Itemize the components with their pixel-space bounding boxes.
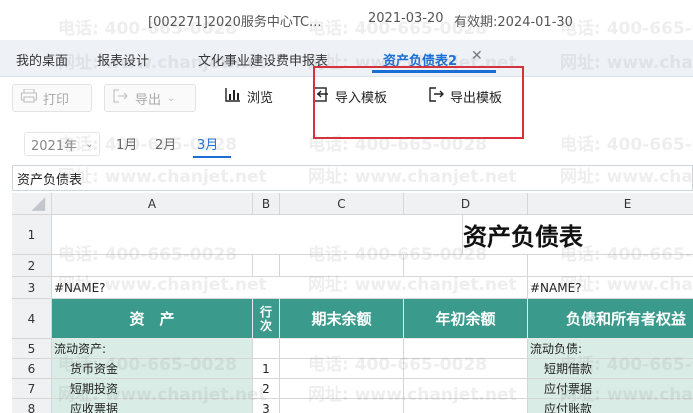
asset-header-cell[interactable]: 资 产 [52,299,253,339]
tab-my-desktop[interactable]: 我的桌面 [16,50,68,69]
cell-d5[interactable] [404,339,528,359]
export-label: 导出 [135,92,162,108]
validity-date: 有效期:2024-01-30 [454,15,573,30]
row-header-1[interactable]: 1 [12,215,52,255]
cell-c2[interactable] [280,255,404,277]
chevron-down-icon: ⌄ [85,138,94,150]
cell-a1[interactable] [52,215,463,255]
cell-a8[interactable]: 应收票据 [52,399,253,413]
row-header-8[interactable]: 8 [12,399,52,413]
column-header-b[interactable]: B [253,193,280,215]
month-1[interactable]: 1月 [116,134,137,153]
cell-c7[interactable] [280,379,404,399]
cell-d2[interactable] [404,255,528,277]
spreadsheet-grid: A B C D E 1 资产负债表 2 3 #NAME? #NAME? 4 资 … [12,193,693,413]
row-header-5[interactable]: 5 [12,339,52,359]
cell-e2[interactable] [528,255,693,277]
cell-b5[interactable] [253,339,280,359]
column-header-e[interactable]: E [528,193,693,215]
grid-corner[interactable] [12,193,52,215]
cell-a3[interactable]: #NAME? [52,277,528,299]
line-no-header-cell[interactable]: 行次 [253,299,280,339]
sheet-title-cell[interactable]: 资产负债表 [463,215,693,255]
cell-b2[interactable] [253,255,280,277]
cell-b7[interactable]: 2 [253,379,280,399]
cell-a7[interactable]: 短期投资 [52,379,253,399]
row-header-2[interactable]: 2 [12,255,52,277]
month-2[interactable]: 2月 [155,134,176,153]
current-date: 2021-03-20 [368,11,444,26]
year-select[interactable]: 2021年 ⌄ [24,132,100,156]
browse-button[interactable]: 浏览 [225,87,273,106]
tab-culture-fee-report[interactable]: 文化事业建设费申报表 [198,50,328,69]
active-month-indicator [193,156,231,158]
end-balance-header-cell[interactable]: 期末余额 [280,299,404,339]
export-button[interactable]: 导出 ⌄ [104,84,196,112]
namebox-value: 资产负债表 [17,172,83,188]
close-icon[interactable]: ✕ [471,48,483,64]
printer-icon [21,88,37,107]
print-label: 打印 [43,92,70,108]
row-header-3[interactable]: 3 [12,277,52,299]
cell-d8[interactable] [404,399,528,413]
row-header-4[interactable]: 4 [12,299,52,339]
period-selector: 2021年 ⌄ 1月 2月 3月 [0,124,693,162]
cell-a5[interactable]: 流动资产: [52,339,253,359]
tab-report-design[interactable]: 报表设计 [97,50,149,69]
cell-a6[interactable]: 货币资金 [52,359,253,379]
cell-b8[interactable]: 3 [253,399,280,413]
cell-c5[interactable] [280,339,404,359]
row-header-7[interactable]: 7 [12,379,52,399]
cell-c8[interactable] [280,399,404,413]
cell-e3[interactable]: #NAME? [528,277,693,299]
cell-e5[interactable]: 流动负债: [528,339,693,359]
liabilities-header-cell[interactable]: 负债和所有者权益 [528,299,693,339]
begin-balance-header-cell[interactable]: 年初余额 [404,299,528,339]
column-header-d[interactable]: D [404,193,528,215]
title-bar: [002271]2020服务中心TC... 2021-03-20 有效期:202… [0,0,693,40]
company-name: [002271]2020服务中心TC... [148,15,322,30]
cell-c6[interactable] [280,359,404,379]
cell-d7[interactable] [404,379,528,399]
chevron-down-icon: ⌄ [167,92,176,104]
cell-e7[interactable]: 应付票据 [528,379,693,399]
print-button[interactable]: 打印 [12,84,92,112]
year-value: 2021年 [31,138,78,154]
column-header-a[interactable]: A [52,193,253,215]
month-3[interactable]: 3月 [197,134,218,153]
cell-e6[interactable]: 短期借款 [528,359,693,379]
cell-b6[interactable]: 1 [253,359,280,379]
export-icon [113,89,129,107]
cell-e8[interactable]: 应付账款 [528,399,693,413]
bar-chart-icon [225,87,241,106]
cell-a2[interactable] [52,255,253,277]
browse-label: 浏览 [247,91,274,106]
cell-name-box[interactable]: 资产负债表 [12,165,693,191]
cell-d6[interactable] [404,359,528,379]
row-header-6[interactable]: 6 [12,359,52,379]
column-header-c[interactable]: C [280,193,404,215]
